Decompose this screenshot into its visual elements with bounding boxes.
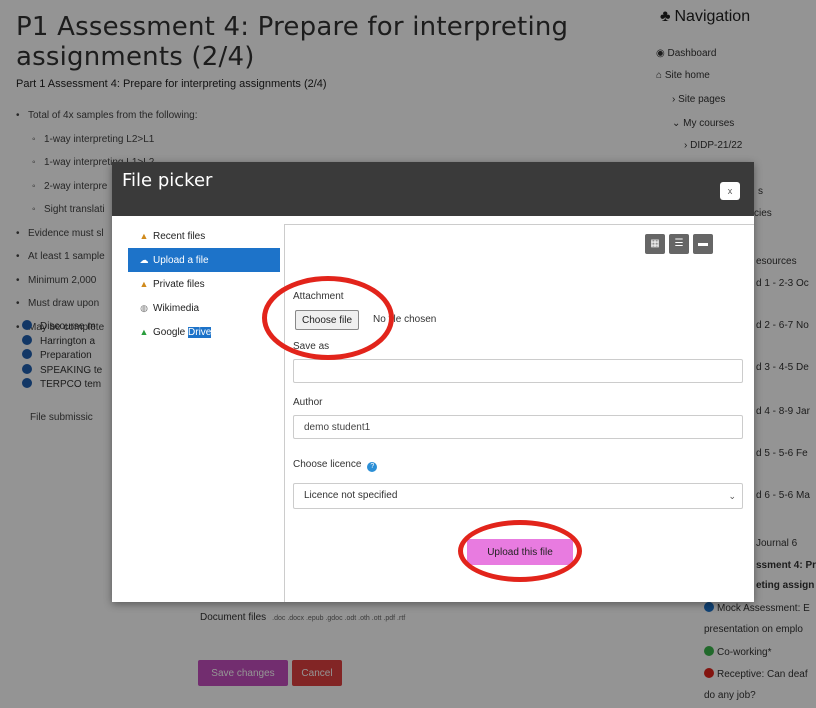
author-input[interactable] <box>293 415 743 439</box>
author-label: Author <box>293 397 323 408</box>
file-picker-dialog: File picker x ▲ Recent files ☁ Upload a fi… <box>112 162 754 602</box>
save-as-label: Save as <box>293 341 330 352</box>
upload-file-button[interactable]: Upload this file <box>467 539 573 565</box>
chevron-down-icon: ⌄ <box>728 491 736 501</box>
repo-upload-file[interactable]: ☁ Upload a file <box>128 248 280 272</box>
repo-private-files[interactable]: ▲ Private files <box>128 272 280 296</box>
dialog-title: File picker <box>122 170 213 191</box>
dialog-header: File picker x <box>112 162 754 216</box>
google-drive-icon: ▲ <box>139 327 149 337</box>
attachment-label: Attachment <box>293 291 344 302</box>
list-view-icon[interactable]: ☰ <box>669 234 689 254</box>
view-toggle-group: ▦ ☰ ▬ <box>641 233 713 254</box>
wikimedia-icon: ◍ <box>140 303 148 313</box>
recent-files-icon: ▲ <box>139 231 149 241</box>
choose-licence-label: Choose licence? <box>293 459 378 472</box>
private-files-icon: ▲ <box>139 279 149 289</box>
repository-list: ▲ Recent files ☁ Upload a file ▲ Private fi… <box>128 224 280 344</box>
grid-view-icon[interactable]: ▦ <box>645 234 665 254</box>
folder-view-icon[interactable]: ▬ <box>693 234 713 254</box>
upload-icon: ☁ <box>139 255 149 265</box>
repo-google-drive[interactable]: ▲ Google Drive <box>128 320 280 344</box>
no-file-chosen-text: No file chosen <box>373 314 437 325</box>
upload-panel: ▦ ☰ ▬ Attachment Choose file No file chose… <box>284 224 754 602</box>
help-icon[interactable]: ? <box>367 462 378 472</box>
licence-select[interactable]: Licence not specified ⌄ <box>293 483 743 509</box>
repo-wikimedia[interactable]: ◍ Wikimedia <box>128 296 280 320</box>
save-as-input[interactable] <box>293 359 743 383</box>
close-icon[interactable]: x <box>720 182 740 200</box>
choose-file-button[interactable]: Choose file <box>295 310 360 330</box>
repo-recent-files[interactable]: ▲ Recent files <box>128 224 280 248</box>
